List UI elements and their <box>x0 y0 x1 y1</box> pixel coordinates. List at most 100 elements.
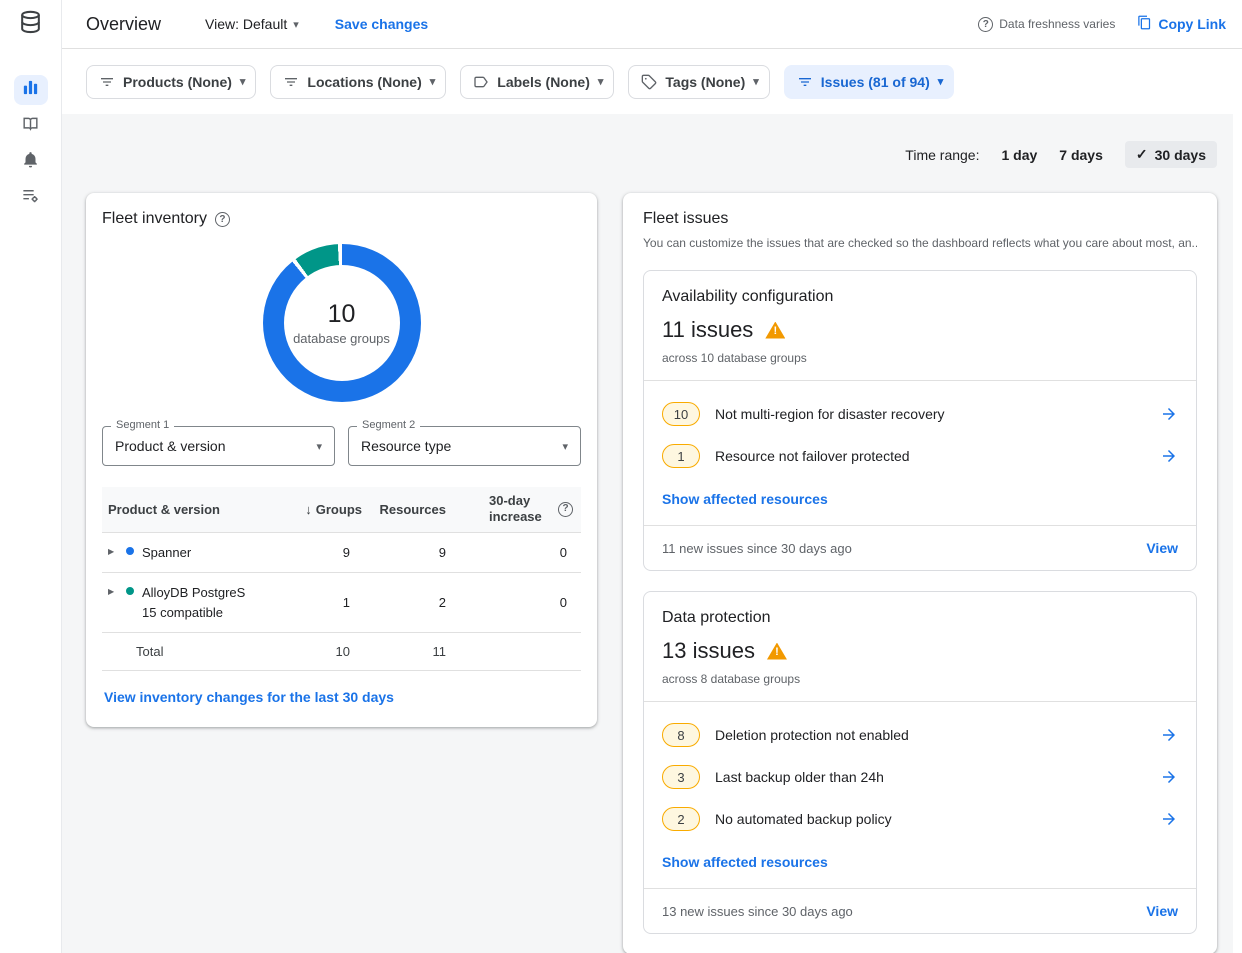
time-range-selector: Time range: 1 day 7 days ✓ 30 days <box>86 114 1217 168</box>
issue-count-badge: 8 <box>662 723 700 747</box>
issue-item[interactable]: 1 Resource not failover protected <box>662 435 1178 477</box>
view-selector-label: View: Default <box>205 16 287 32</box>
warning-mark: ! <box>775 647 779 660</box>
nav-notifications[interactable] <box>14 147 48 177</box>
chevron-down-icon: ▾ <box>430 75 436 88</box>
issue-item[interactable]: 10 Not multi-region for disaster recover… <box>662 393 1178 435</box>
table-row-alloydb[interactable]: ▶ AlloyDB PostgreS 15 compatible 1 2 0 <box>102 572 581 632</box>
time-option-label: 30 days <box>1155 147 1206 163</box>
segment2-select[interactable]: Segment 2 Resource type ▾ <box>348 426 581 466</box>
chevron-down-icon: ▾ <box>598 75 604 88</box>
nav-rules-settings[interactable] <box>14 183 48 213</box>
app-window: Overview View: Default ▾ Save changes ? … <box>0 0 1242 953</box>
view-selector[interactable]: View: Default ▾ <box>205 16 299 32</box>
issue-count-badge: 2 <box>662 807 700 831</box>
warning-mark: ! <box>773 326 777 339</box>
help-icon[interactable]: ? <box>215 212 230 227</box>
total-groups: 10 <box>298 644 362 659</box>
copy-link-button[interactable]: Copy Link <box>1137 15 1226 33</box>
total-label: Total <box>102 644 298 659</box>
check-icon: ✓ <box>1136 146 1148 163</box>
save-changes-button[interactable]: Save changes <box>335 16 428 32</box>
nav-dashboard[interactable] <box>14 75 48 105</box>
bell-icon <box>21 150 40 174</box>
issue-scope: across 8 database groups <box>662 672 1178 686</box>
view-link[interactable]: View <box>1146 903 1178 919</box>
donut-chart[interactable]: 10 database groups <box>263 244 421 402</box>
header-groups-label: Groups <box>316 502 362 517</box>
arrow-right-icon[interactable] <box>1160 447 1178 465</box>
product-logo[interactable] <box>0 0 61 49</box>
top-bar: Overview View: Default ▾ Save changes ? … <box>62 0 1242 49</box>
filter-chip-products[interactable]: Products (None) ▾ <box>86 65 256 99</box>
time-option-30days[interactable]: ✓ 30 days <box>1125 141 1217 168</box>
filter-chip-label: Locations (None) <box>307 74 421 90</box>
chevron-down-icon: ▾ <box>562 440 568 453</box>
filter-chip-tags[interactable]: Tags (None) ▾ <box>628 65 769 99</box>
table-total-row: Total 10 11 <box>102 632 581 671</box>
list-gear-icon <box>21 186 40 210</box>
filter-bar: Products (None) ▾ Locations (None) ▾ Lab… <box>62 49 1242 114</box>
filter-chip-labels[interactable]: Labels (None) ▾ <box>460 65 614 99</box>
filter-chip-locations[interactable]: Locations (None) ▾ <box>270 65 446 99</box>
arrow-right-icon[interactable] <box>1160 768 1178 786</box>
show-affected-resources-link[interactable]: Show affected resources <box>662 491 828 507</box>
expand-row-icon[interactable]: ▶ <box>108 547 126 556</box>
segment2-value: Resource type <box>361 438 451 454</box>
time-option-7days[interactable]: 7 days <box>1059 147 1103 163</box>
groups-value: 9 <box>298 545 362 560</box>
issue-item-label: Resource not failover protected <box>715 448 910 464</box>
header-groups[interactable]: ↓ Groups <box>298 502 362 517</box>
product-name: Spanner <box>142 543 191 563</box>
view-link[interactable]: View <box>1146 540 1178 556</box>
inventory-table: Product & version ↓ Groups Resources 30-… <box>102 487 581 671</box>
filter-icon <box>283 74 299 90</box>
groups-value: 1 <box>298 595 362 610</box>
time-option-1day[interactable]: 1 day <box>1001 147 1037 163</box>
product-name: AlloyDB PostgreS <box>142 583 245 603</box>
help-icon[interactable]: ? <box>558 502 573 517</box>
issue-card-data-protection: Data protection 13 issues ! across 8 dat… <box>643 591 1197 934</box>
expand-row-icon[interactable]: ▶ <box>108 587 126 596</box>
issue-item[interactable]: 2 No automated backup policy <box>662 798 1178 840</box>
series-color-dot <box>126 547 134 555</box>
show-affected-resources-link[interactable]: Show affected resources <box>662 854 828 870</box>
arrow-right-icon[interactable] <box>1160 726 1178 744</box>
database-logo-icon <box>17 9 44 41</box>
resources-value: 9 <box>362 545 458 560</box>
arrow-right-icon[interactable] <box>1160 405 1178 423</box>
donut-center-value: 10 <box>328 300 356 329</box>
filter-chip-issues[interactable]: Issues (81 of 94) ▾ <box>784 65 954 99</box>
sort-down-icon: ↓ <box>305 502 312 517</box>
label-icon <box>473 74 489 90</box>
filter-chip-label: Tags (None) <box>665 74 745 90</box>
filter-chip-label: Issues (81 of 94) <box>821 74 930 90</box>
fleet-issues-card: Fleet issues You can customize the issue… <box>623 193 1217 953</box>
new-issues-text: 13 new issues since 30 days ago <box>662 904 853 919</box>
segment1-value: Product & version <box>115 438 226 454</box>
segment1-select[interactable]: Segment 1 Product & version ▾ <box>102 426 335 466</box>
nav-documentation[interactable] <box>14 111 48 141</box>
table-header-row: Product & version ↓ Groups Resources 30-… <box>102 487 581 532</box>
page-title: Overview <box>86 14 161 35</box>
issue-item[interactable]: 8 Deletion protection not enabled <box>662 714 1178 756</box>
fleet-issues-description: You can customize the issues that are ch… <box>643 236 1197 250</box>
issue-item[interactable]: 3 Last backup older than 24h <box>662 756 1178 798</box>
product-name-line2: 15 compatible <box>142 603 245 623</box>
filter-chip-label: Labels (None) <box>497 74 590 90</box>
header-product-version[interactable]: Product & version <box>102 502 298 517</box>
header-30day-increase[interactable]: 30-day increase ? <box>458 493 581 526</box>
header-resources[interactable]: Resources <box>362 502 458 517</box>
arrow-right-icon[interactable] <box>1160 810 1178 828</box>
table-row-spanner[interactable]: ▶ Spanner 9 9 0 <box>102 532 581 573</box>
chevron-down-icon: ▾ <box>293 18 299 31</box>
scrollbar-gutter[interactable] <box>1233 114 1242 953</box>
copy-icon <box>1137 15 1152 33</box>
help-icon[interactable]: ? <box>978 17 993 32</box>
chevron-down-icon: ▾ <box>240 75 246 88</box>
fleet-inventory-card: Fleet inventory ? 10 database groups <box>86 193 597 727</box>
header-increase-label: 30-day increase <box>489 493 551 526</box>
data-freshness-label: Data freshness varies <box>999 17 1115 31</box>
filter-chip-label: Products (None) <box>123 74 232 90</box>
view-inventory-changes-link[interactable]: View inventory changes for the last 30 d… <box>104 689 394 705</box>
